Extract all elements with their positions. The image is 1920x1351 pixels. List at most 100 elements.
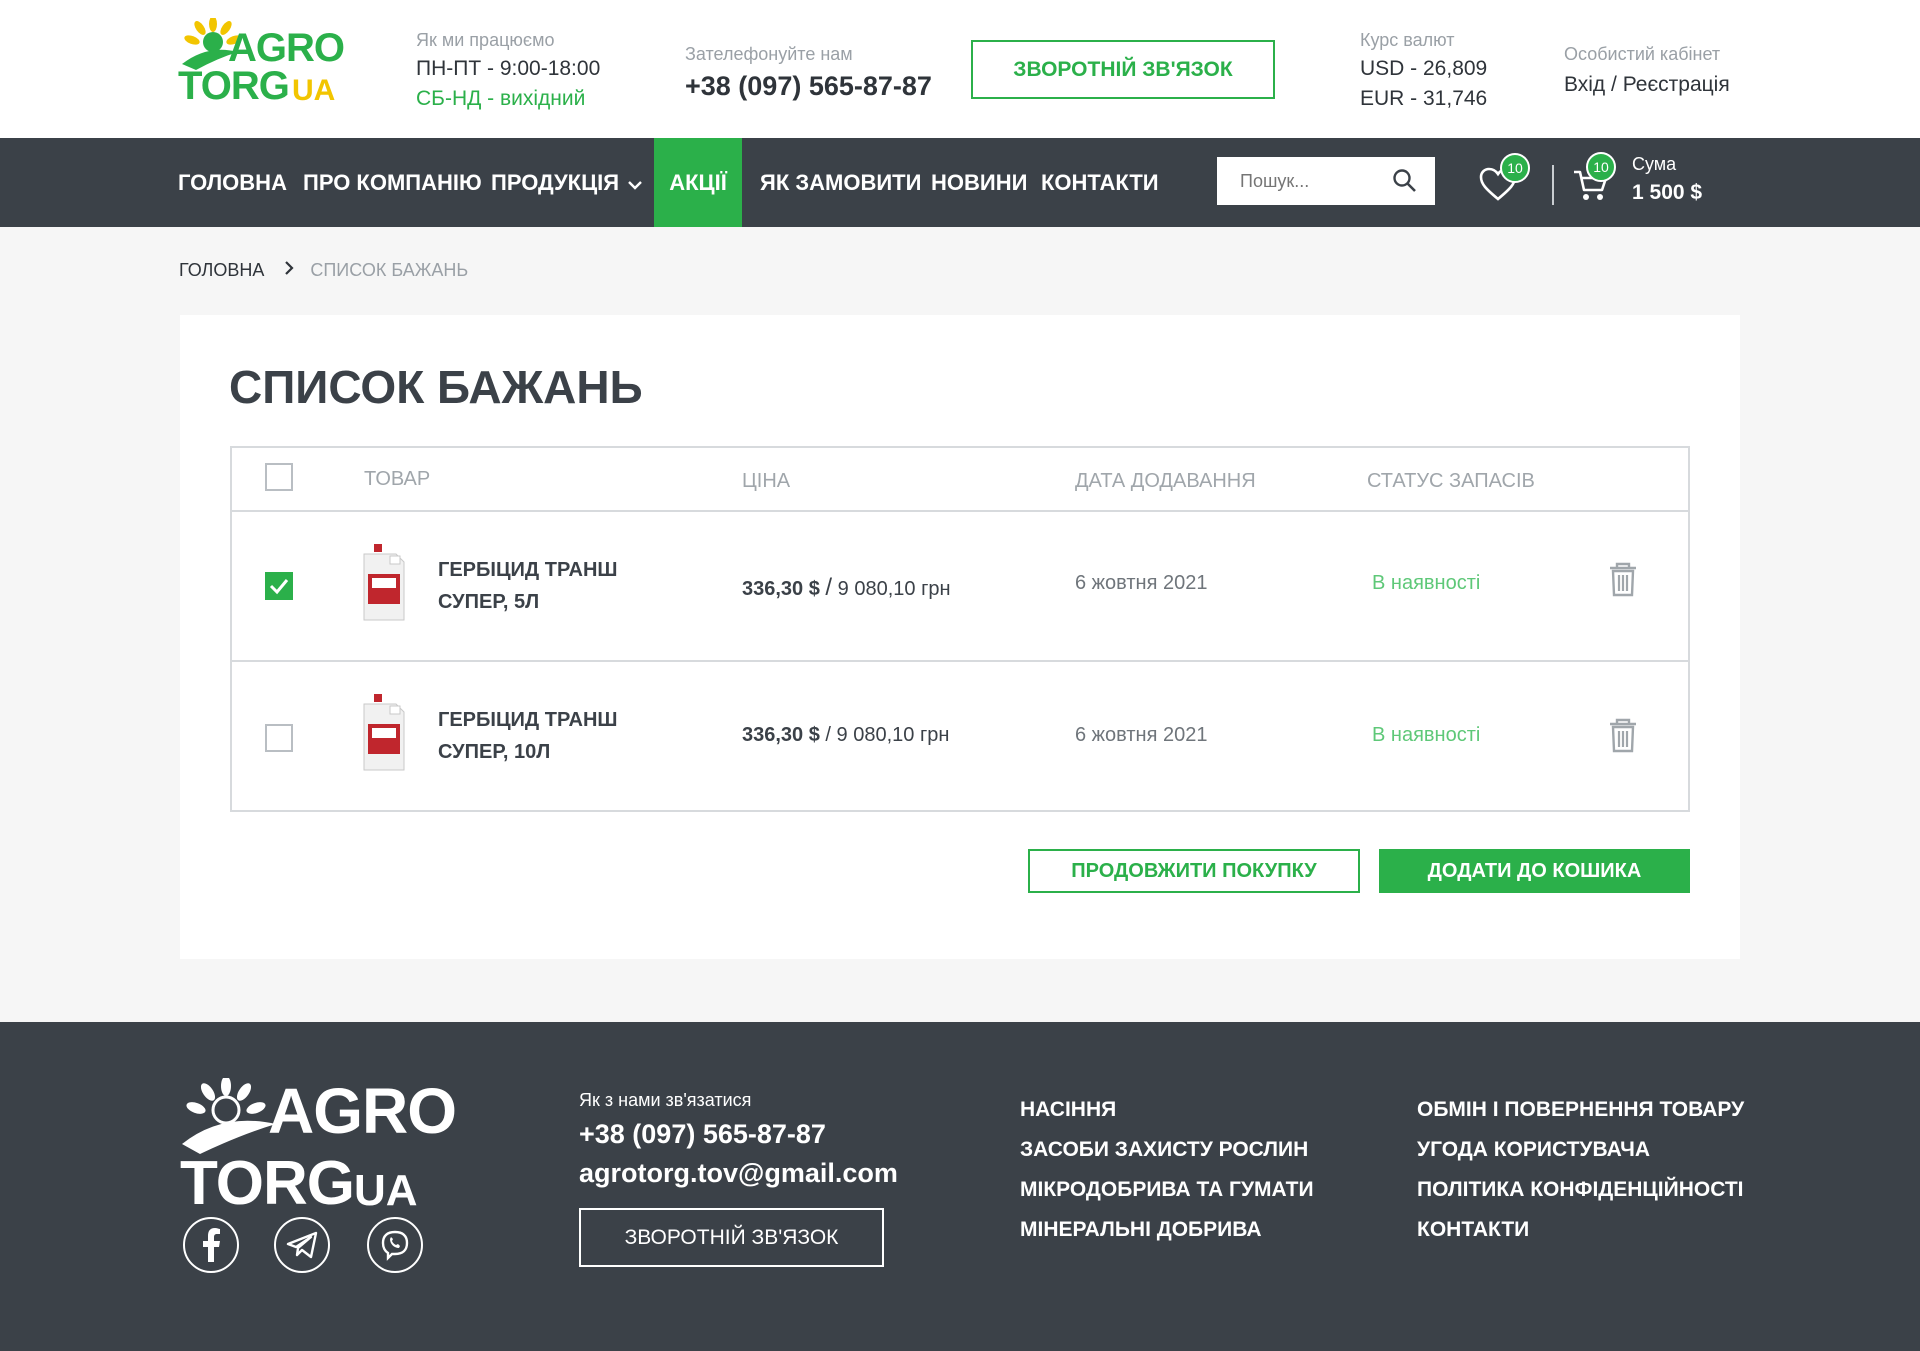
- breadcrumb: ГОЛОВНА СПИСОК БАЖАНЬ: [179, 260, 468, 281]
- add-to-cart-button[interactable]: ДОДАТИ ДО КОШИКА: [1379, 849, 1690, 893]
- checkmark-icon: [269, 579, 289, 595]
- cart-sum-label: Сума: [1632, 154, 1677, 174]
- price-uah: 9 080,10 грн: [836, 724, 950, 746]
- nav-item-label: ГОЛОВНА: [178, 169, 287, 195]
- column-header-price: ЦІНА: [742, 470, 791, 492]
- hours-weekend: СБ-НД - вихідний: [416, 87, 586, 110]
- footer-info-links: ОБМІН І ПОВЕРНЕННЯ ТОВАРУ УГОДА КОРИСТУВ…: [1417, 1090, 1744, 1250]
- breadcrumb-home-link[interactable]: ГОЛОВНА: [179, 260, 264, 281]
- contact-label: Як з нами зв'язатися: [579, 1090, 752, 1110]
- telegram-icon[interactable]: [274, 1217, 330, 1273]
- table-header: ТОВАР ЦІНА ДАТА ДОДАВАННЯ СТАТУС ЗАПАСІВ: [232, 448, 1688, 512]
- chevron-down-icon: [627, 170, 643, 196]
- wishlist-button[interactable]: 10: [1478, 153, 1530, 208]
- site-logo[interactable]: AGRO TORG UA: [178, 18, 345, 108]
- footer-callback-button[interactable]: ЗВОРОТНІЙ ЗВ'ЯЗОК: [579, 1208, 884, 1267]
- product-price: 336,30 $ / 9 080,10 грн: [742, 724, 950, 746]
- column-header-stock: СТАТУС ЗАПАСІВ: [1367, 470, 1535, 492]
- product-image[interactable]: [360, 544, 408, 624]
- footer-link[interactable]: ПОЛІТИКА КОНФІДЕНЦІЙНОСТІ: [1417, 1170, 1744, 1210]
- cart-sum-value: 1 500 $: [1632, 181, 1703, 204]
- breadcrumb-current: СПИСОК БАЖАНЬ: [310, 260, 469, 280]
- footer-link[interactable]: КОНТАКТИ: [1417, 1210, 1744, 1250]
- hours-label: Як ми працюємо: [416, 30, 555, 50]
- phone-number-link[interactable]: +38 (097) 565-87-87: [685, 71, 932, 102]
- search-icon[interactable]: [1392, 168, 1418, 199]
- price-usd: 336,30 $: [742, 578, 820, 600]
- footer-link[interactable]: МІКРОДОБРИВА ТА ГУМАТИ: [1020, 1170, 1314, 1210]
- nav-item-contacts[interactable]: КОНТАКТИ: [1041, 138, 1159, 227]
- footer: AGRO TORG UA Як з нами зв'язатися +38 (0…: [0, 1022, 1920, 1351]
- search-box: [1217, 157, 1435, 205]
- logo-text-ua: UA: [354, 1166, 418, 1215]
- price-uah: 9 080,10 грн: [837, 578, 951, 600]
- stock-status: В наявності: [1372, 724, 1481, 746]
- footer-link[interactable]: ЗАСОБИ ЗАХИСТУ РОСЛИН: [1020, 1130, 1314, 1170]
- nav-item-news[interactable]: НОВИНИ: [931, 138, 1027, 227]
- product-name-link[interactable]: ГЕРБІЦИД ТРАНШ СУПЕР, 5Л: [438, 554, 638, 618]
- footer-link[interactable]: УГОДА КОРИСТУВАЧА: [1417, 1130, 1744, 1170]
- currency-usd: USD - 26,809: [1360, 57, 1488, 80]
- nav-item-label: ПРО КОМПАНІЮ: [303, 169, 482, 195]
- account-area: Особистий кабінет Вхід / Реєстрація: [1564, 44, 1730, 97]
- row-checkbox[interactable]: [265, 724, 293, 752]
- stock-status: В наявності: [1372, 572, 1481, 594]
- working-hours: Як ми працюємо ПН-ПТ - 9:00-18:00 СБ-НД …: [416, 30, 600, 111]
- cart-summary[interactable]: Сума 1 500 $: [1632, 154, 1702, 205]
- footer-link[interactable]: НАСІННЯ: [1020, 1090, 1314, 1130]
- cart-button[interactable]: 10: [1572, 152, 1616, 209]
- header-phone: Зателефонуйте нам +38 (097) 565-87-87: [685, 44, 932, 102]
- page-title: СПИСОК БАЖАНЬ: [229, 361, 643, 413]
- cart-count-badge: 10: [1586, 152, 1616, 182]
- search-input[interactable]: [1240, 170, 1380, 192]
- nav-item-how-to-order[interactable]: ЯК ЗАМОВИТИ: [760, 138, 921, 227]
- logo-text-torg: TORG: [180, 1149, 355, 1218]
- row-checkbox[interactable]: [265, 572, 293, 600]
- nav-item-products[interactable]: ПРОДУКЦІЯ: [491, 138, 643, 227]
- nav-item-label: ЯК ЗАМОВИТИ: [760, 169, 922, 195]
- footer-logo[interactable]: AGRO TORG UA: [180, 1058, 457, 1218]
- table-row: ГЕРБІЦИД ТРАНШ СУПЕР, 5Л 336,30 $ / 9 08…: [232, 512, 1688, 662]
- continue-shopping-button[interactable]: ПРОДОВЖИТИ ПОКУПКУ: [1028, 849, 1360, 893]
- footer-link[interactable]: МІНЕРАЛЬНІ ДОБРИВА: [1020, 1210, 1314, 1250]
- table-row: ГЕРБІЦИД ТРАНШ СУПЕР, 10Л 336,30 $ / 9 0…: [232, 662, 1688, 812]
- phone-label: Зателефонуйте нам: [685, 44, 853, 64]
- footer-phone-link[interactable]: +38 (097) 565-87-87: [579, 1119, 898, 1150]
- product-image[interactable]: [360, 694, 408, 774]
- nav-item-label: КОНТАКТИ: [1041, 169, 1159, 195]
- header-divider: [1552, 165, 1554, 205]
- trash-icon[interactable]: [1608, 562, 1638, 598]
- date-added: 6 жовтня 2021: [1075, 724, 1208, 746]
- wishlist-count-badge: 10: [1500, 153, 1530, 183]
- nav-item-label: ПРОДУКЦІЯ: [491, 169, 620, 195]
- logo-text-agro: AGRO: [268, 1075, 457, 1147]
- product-price: 336,30 $ / 9 080,10 грн: [742, 574, 951, 601]
- nav-item-about[interactable]: ПРО КОМПАНІЮ: [303, 138, 482, 227]
- currency-label: Курс валют: [1360, 30, 1455, 50]
- chevron-right-icon: [284, 260, 294, 281]
- currency-eur: EUR - 31,746: [1360, 87, 1488, 110]
- logo-text-ua: UA: [292, 74, 336, 107]
- column-header-date: ДАТА ДОДАВАННЯ: [1075, 470, 1256, 492]
- logo-text-torg: TORG: [178, 64, 290, 108]
- nav-item-label: АКЦІЇ: [669, 169, 727, 195]
- footer-catalog-links: НАСІННЯ ЗАСОБИ ЗАХИСТУ РОСЛИН МІКРОДОБРИ…: [1020, 1090, 1314, 1250]
- wishlist-card: СПИСОК БАЖАНЬ ТОВАР ЦІНА ДАТА ДОДАВАННЯ …: [180, 315, 1740, 959]
- wishlist-table: ТОВАР ЦІНА ДАТА ДОДАВАННЯ СТАТУС ЗАПАСІВ…: [230, 446, 1690, 812]
- viber-icon[interactable]: [367, 1217, 423, 1273]
- price-usd: 336,30 $: [742, 724, 820, 746]
- nav-item-promotions[interactable]: АКЦІЇ: [654, 138, 742, 227]
- top-header: AGRO TORG UA Як ми працюємо ПН-ПТ - 9:00…: [0, 0, 1920, 138]
- nav-item-label: НОВИНИ: [931, 169, 1028, 195]
- date-added: 6 жовтня 2021: [1075, 572, 1208, 594]
- login-register-link[interactable]: Вхід / Реєстрація: [1564, 73, 1730, 97]
- callback-button[interactable]: ЗВОРОТНІЙ ЗВ'ЯЗОК: [971, 40, 1275, 99]
- product-name-link[interactable]: ГЕРБІЦИД ТРАНШ СУПЕР, 10Л: [438, 704, 638, 768]
- footer-link[interactable]: ОБМІН І ПОВЕРНЕННЯ ТОВАРУ: [1417, 1090, 1744, 1130]
- nav-item-home[interactable]: ГОЛОВНА: [178, 138, 287, 227]
- select-all-checkbox[interactable]: [265, 463, 293, 491]
- trash-icon[interactable]: [1608, 718, 1638, 754]
- footer-email-link[interactable]: agrotorg.tov@gmail.com: [579, 1158, 898, 1189]
- column-header-product: ТОВАР: [364, 468, 431, 490]
- facebook-icon[interactable]: [183, 1217, 239, 1273]
